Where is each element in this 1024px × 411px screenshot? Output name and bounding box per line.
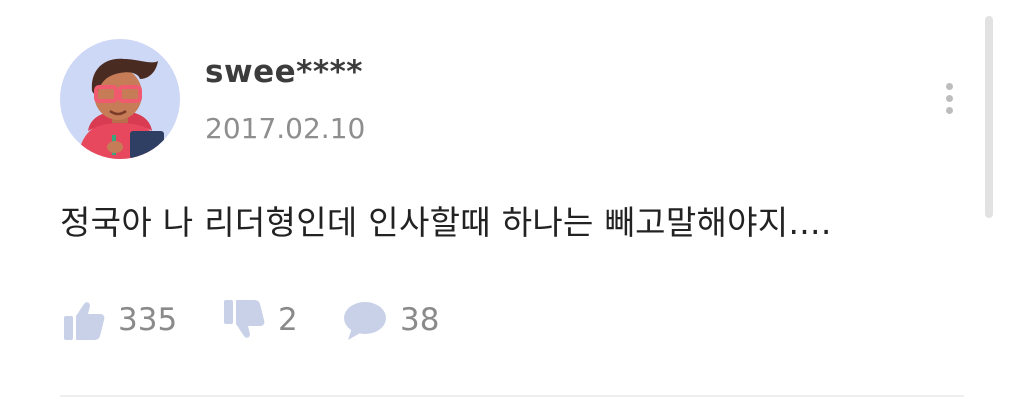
divider — [60, 395, 964, 397]
comment-actions: 335 2 38 — [62, 296, 439, 344]
dot — [946, 95, 953, 102]
dislike-button[interactable]: 2 — [222, 298, 342, 342]
dot — [946, 107, 953, 114]
more-options-button[interactable] — [938, 80, 962, 120]
username[interactable]: swee**** — [205, 54, 363, 90]
reply-button[interactable]: 38 — [342, 298, 439, 342]
thumbs-down-icon — [224, 300, 265, 338]
dot — [946, 83, 953, 90]
speech-bubble-icon — [344, 302, 386, 340]
like-count: 335 — [118, 302, 178, 338]
comment-text: 정국아 나 리더형인데 인사할때 하나는 빼고말해야지.... — [60, 203, 832, 242]
user-avatar[interactable] — [60, 39, 180, 159]
like-button[interactable]: 335 — [62, 298, 222, 342]
scrollbar[interactable] — [985, 16, 993, 218]
dislike-count: 2 — [278, 302, 298, 338]
comment-date: 2017.02.10 — [205, 112, 366, 145]
comment-card: swee**** 2017.02.10 정국아 나 리더형인데 인사할때 하나는… — [0, 0, 1024, 411]
reply-count: 38 — [400, 302, 440, 338]
avatar-illustration-icon — [60, 39, 180, 159]
thumbs-up-icon — [64, 302, 105, 340]
